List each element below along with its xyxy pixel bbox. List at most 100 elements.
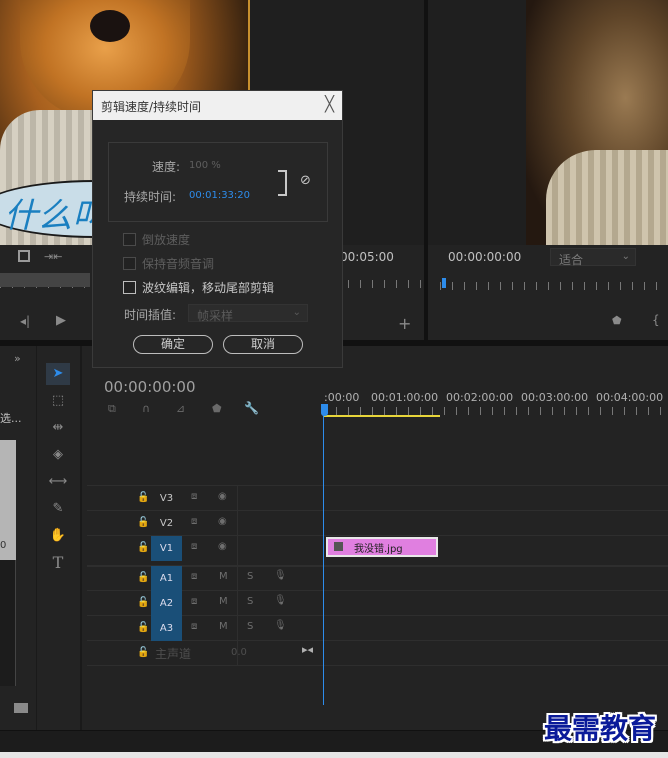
program-scrub-ticks[interactable] bbox=[440, 282, 668, 290]
go-to-out-icon[interactable]: ▸◂ bbox=[302, 643, 313, 656]
ok-button[interactable]: 确定 bbox=[133, 335, 213, 354]
bear-nose bbox=[90, 10, 130, 42]
type-tool-icon[interactable]: T bbox=[46, 552, 70, 574]
track-label-a2[interactable]: A2 bbox=[151, 591, 182, 616]
reverse-speed-checkbox[interactable] bbox=[123, 233, 136, 246]
sync-lock-icon[interactable]: ⧈ bbox=[191, 541, 197, 552]
hand-tool-icon[interactable]: ✋ bbox=[46, 525, 70, 547]
ripple-edit-label: 波纹编辑，移动尾部剪辑 bbox=[142, 281, 275, 295]
pen-tool-icon[interactable]: ✎ bbox=[46, 498, 70, 520]
speed-duration-group bbox=[108, 142, 328, 222]
timeline-playhead-line[interactable] bbox=[323, 414, 324, 705]
chevron-down-icon: ⌄ bbox=[292, 307, 301, 318]
mic-icon[interactable]: 🎙 bbox=[274, 620, 287, 631]
mic-icon[interactable]: 🎙 bbox=[274, 595, 287, 606]
duration-value[interactable]: 00:01:33:20 bbox=[189, 190, 250, 201]
maintain-audio-pitch-label: 保持音频音调 bbox=[142, 257, 215, 271]
folder-icon[interactable] bbox=[14, 703, 28, 713]
timeline-clip[interactable]: 我没错.jpg bbox=[326, 537, 438, 557]
film-icon[interactable] bbox=[18, 250, 30, 262]
mute-button[interactable]: M bbox=[219, 621, 228, 632]
dialog-titlebar[interactable]: 剪辑速度/持续时间 ╳ bbox=[93, 91, 342, 120]
lock-icon[interactable]: 🔓 bbox=[137, 597, 149, 608]
mic-icon[interactable]: 🎙 bbox=[274, 570, 287, 581]
speed-label: 速度: bbox=[152, 160, 181, 174]
time-interpolation-select[interactable]: 帧采样 ⌄ bbox=[188, 304, 308, 323]
track-label-a3[interactable]: A3 bbox=[151, 616, 182, 641]
timeline-ruler-ticks[interactable] bbox=[324, 407, 668, 415]
source-scrub-track[interactable] bbox=[0, 273, 90, 287]
solo-button[interactable]: S bbox=[247, 596, 253, 607]
track-label-v2[interactable]: V2 bbox=[151, 511, 182, 536]
master-track-value[interactable]: 0.0 bbox=[231, 647, 247, 658]
project-lower bbox=[0, 560, 16, 686]
lock-icon[interactable]: 🔓 bbox=[137, 622, 149, 633]
ripple-edit-checkbox[interactable] bbox=[123, 281, 136, 294]
clip-fx-icon bbox=[334, 542, 343, 551]
mute-button[interactable]: M bbox=[219, 571, 228, 582]
linked-icon[interactable]: ⊿ bbox=[176, 402, 185, 415]
premiere-window: 什么叫 ⇥⇤ 00:05:00 ◂| ▶ + 00:00:00:00 适合 ⌄ … bbox=[0, 0, 668, 758]
sync-lock-icon[interactable]: ⧈ bbox=[191, 571, 197, 582]
step-back-icon[interactable]: ◂| bbox=[20, 314, 30, 328]
razor-tool-icon[interactable]: ◈ bbox=[46, 444, 70, 466]
track-label-v3[interactable]: V3 bbox=[151, 486, 182, 511]
slip-tool-icon[interactable]: ⟷ bbox=[46, 471, 70, 493]
snap-icon[interactable]: ∩ bbox=[142, 402, 150, 415]
solo-button[interactable]: S bbox=[247, 571, 253, 582]
sync-lock-icon[interactable]: ⧈ bbox=[191, 621, 197, 632]
panel-expand-icon[interactable]: » bbox=[14, 352, 21, 365]
eye-icon[interactable]: ◉ bbox=[218, 516, 227, 527]
fit-dropdown[interactable]: 适合 ⌄ bbox=[550, 248, 636, 267]
bracket-icon[interactable]: { bbox=[652, 313, 660, 327]
eye-icon[interactable]: ◉ bbox=[218, 491, 227, 502]
bear-sweater-right bbox=[546, 150, 668, 245]
program-playhead[interactable] bbox=[442, 278, 446, 288]
maintain-audio-pitch-checkbox[interactable] bbox=[123, 257, 136, 270]
ruler-label-3: 00:03:00:00 bbox=[521, 391, 589, 404]
ruler-label-2: 00:02:00:00 bbox=[446, 391, 514, 404]
mute-button[interactable]: M bbox=[219, 596, 228, 607]
project-label: 选... bbox=[0, 412, 22, 425]
work-area-bar[interactable] bbox=[324, 415, 440, 417]
solo-button[interactable]: S bbox=[247, 621, 253, 632]
add-button-icon[interactable]: + bbox=[398, 314, 411, 333]
chevron-down-icon: ⌄ bbox=[621, 251, 630, 262]
track-label-v1[interactable]: V1 bbox=[151, 536, 182, 561]
cancel-button[interactable]: 取消 bbox=[223, 335, 303, 354]
lock-icon[interactable]: 🔓 bbox=[137, 572, 149, 583]
chain-link-icon[interactable]: ⊘ bbox=[300, 173, 311, 188]
reverse-speed-label: 倒放速度 bbox=[142, 233, 191, 247]
play-icon[interactable]: ▶ bbox=[56, 313, 66, 328]
track-select-tool-icon[interactable]: ⬚ bbox=[46, 390, 70, 412]
timeline-timecode[interactable]: 00:00:00:00 bbox=[104, 378, 196, 396]
lock-icon[interactable]: 🔓 bbox=[137, 542, 149, 553]
fit-dropdown-value: 适合 bbox=[559, 253, 584, 267]
ripple-edit-tool-icon[interactable]: ⇹ bbox=[46, 417, 70, 439]
sync-lock-icon[interactable]: ⧈ bbox=[191, 516, 197, 527]
link-bracket bbox=[278, 170, 287, 196]
dialog-title: 剪辑速度/持续时间 bbox=[101, 100, 202, 114]
speed-value[interactable]: 100 % bbox=[189, 160, 221, 171]
status-bar-line bbox=[0, 752, 668, 758]
track-label-a1[interactable]: A1 bbox=[151, 566, 182, 591]
master-track-label: 主声道 bbox=[155, 647, 192, 661]
ruler-label-1: 00:01:00:00 bbox=[371, 391, 439, 404]
program-timecode[interactable]: 00:00:00:00 bbox=[448, 250, 521, 264]
close-icon[interactable]: ╳ bbox=[325, 95, 334, 113]
insert-icon[interactable]: ⇥⇤ bbox=[44, 250, 62, 263]
source-time-right: 00:05:00 bbox=[340, 250, 394, 264]
selection-tool-icon[interactable]: ➤ bbox=[46, 363, 70, 385]
lock-icon[interactable]: 🔓 bbox=[137, 492, 149, 503]
wrench-icon[interactable]: 🔧 bbox=[244, 401, 259, 415]
sync-lock-icon[interactable]: ⧈ bbox=[191, 491, 197, 502]
clip-speed-duration-dialog: 剪辑速度/持续时间 ╳ 速度: 100 % 持续时间: 00:01:33:20 … bbox=[92, 90, 343, 368]
marker-icon[interactable]: ⬟ bbox=[612, 314, 622, 327]
lock-icon[interactable]: 🔓 bbox=[137, 517, 149, 528]
project-num: 0 bbox=[0, 540, 7, 551]
lock-icon[interactable]: 🔓 bbox=[137, 647, 149, 658]
add-marker-icon[interactable]: ⬟ bbox=[212, 402, 222, 415]
nest-icon[interactable]: ⧉ bbox=[108, 402, 116, 416]
sync-lock-icon[interactable]: ⧈ bbox=[191, 596, 197, 607]
eye-icon[interactable]: ◉ bbox=[218, 541, 227, 552]
